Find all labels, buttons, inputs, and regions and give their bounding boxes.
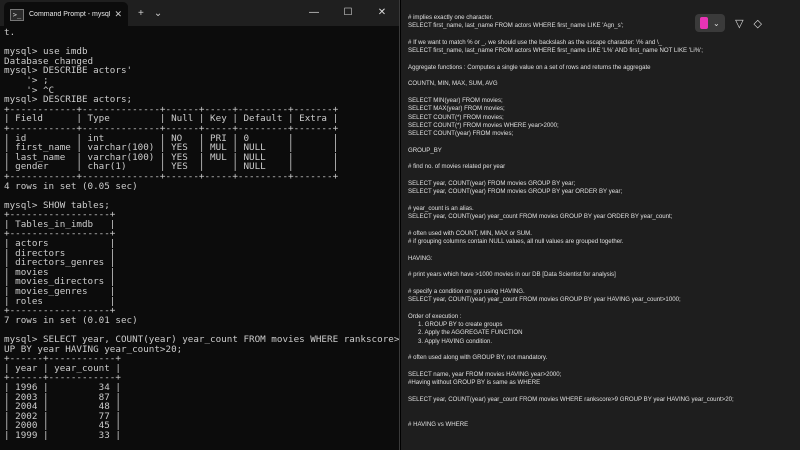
tab-command-prompt[interactable]: >_ Command Prompt - mysql -u ✕: [4, 1, 128, 28]
chevron-down-icon[interactable]: ⌄: [154, 8, 162, 19]
new-tab-icon[interactable]: +: [138, 8, 144, 19]
console-line: 4 rows in set (0.05 sec): [4, 180, 138, 192]
console-line: 7 rows in set (0.01 sec): [4, 314, 138, 326]
note-line: [408, 89, 786, 97]
pen-icon: [700, 17, 709, 29]
note-line: [408, 263, 786, 271]
highlighter-icon[interactable]: ▽: [735, 17, 743, 30]
note-line: HAVING:: [408, 254, 433, 262]
note-line: [408, 246, 786, 254]
note-line: SELECT MIN(year) FROM movies;: [408, 96, 503, 104]
note-line: SELECT name, year FROM movies HAVING yea…: [408, 370, 562, 378]
note-line: SELECT year, COUNT(year) year_count FROM…: [408, 296, 681, 304]
eraser-icon[interactable]: ◇: [754, 17, 762, 30]
note-line: SELECT MAX(year) FROM movies;: [408, 105, 505, 113]
console-output[interactable]: t. mysql> use imdb Database changed mysql> …: [0, 26, 399, 450]
note-line: # if grouping columns contain NULL value…: [408, 238, 624, 246]
note-line: # often used along with GROUP BY, not ma…: [408, 354, 548, 362]
note-line: SELECT year, COUNT(year) year_count FROM…: [408, 213, 673, 221]
note-line: [408, 404, 786, 412]
console-line: | 1999 | 33 |: [4, 429, 121, 441]
note-line: [408, 197, 786, 205]
note-line: [408, 412, 786, 420]
note-line: [408, 346, 786, 354]
note-line: [408, 280, 786, 288]
numbered-list-item: 1. GROUP BY to create groups: [418, 320, 503, 328]
note-line: SELECT year, COUNT(year) year_count FROM…: [408, 395, 734, 403]
note-line: # specify a condition on grp using HAVIN…: [408, 287, 525, 295]
note-line: SELECT year, COUNT(year) FROM movies GRO…: [408, 179, 576, 187]
note-line: Order of execution :: [408, 312, 462, 320]
minimize-icon[interactable]: —: [297, 0, 331, 26]
note-line: # find no. of movies related per year: [408, 163, 506, 171]
note-line: # HAVING vs WHERE: [408, 420, 469, 428]
note-line: [408, 55, 786, 63]
note-line: [408, 172, 786, 180]
note-line: [408, 387, 786, 395]
console-line: t.: [4, 27, 16, 38]
note-line: # year_count is an alias.: [408, 204, 474, 212]
note-line: #Having without GROUP BY is same as WHER…: [408, 379, 541, 387]
note-line: # If we want to match % or _, we should …: [408, 38, 663, 46]
note-line: [408, 138, 786, 146]
note-line: COUNTN, MIN, MAX, SUM, AVG: [408, 80, 498, 88]
note-line: # often used with COUNT, MIN, MAX or SUM…: [408, 229, 532, 237]
numbered-list-item: 3. Apply HAVING condition.: [418, 337, 493, 345]
note-line: Aggregate functions : Computes a single …: [408, 63, 651, 71]
note-line: # print years which have >1000 movies in…: [408, 271, 616, 279]
note-line: SELECT first_name, last_name FROM actors…: [408, 47, 703, 55]
close-tab-icon[interactable]: ✕: [114, 9, 122, 20]
terminal-window[interactable]: >_ Command Prompt - mysql -u ✕ + ⌄ — ☐ ✕…: [0, 0, 400, 450]
maximize-icon[interactable]: ☐: [331, 0, 365, 26]
terminal-icon: >_: [10, 8, 24, 21]
chevron-down-icon: ⌄: [713, 18, 720, 28]
tab-title: Command Prompt - mysql -u: [29, 11, 111, 18]
note-line: GROUP_BY: [408, 146, 442, 154]
note-line: [408, 362, 786, 370]
numbered-list-item: 2. Apply the AGGREGATE FUNCTION: [418, 329, 523, 337]
note-line: [408, 155, 786, 163]
note-line: SELECT COUNT(year) FROM movies;: [408, 130, 514, 138]
notes-content[interactable]: # implies exactly one character. SELECT f…: [408, 14, 786, 429]
note-line: SELECT COUNT(*) FROM movies;: [408, 113, 504, 121]
note-line: [408, 72, 786, 80]
console-line: '> ;: [4, 74, 49, 86]
pen-color-button[interactable]: ⌄: [695, 14, 726, 32]
note-line: [408, 221, 786, 229]
title-bar[interactable]: >_ Command Prompt - mysql -u ✕ + ⌄ — ☐ ✕: [0, 0, 399, 28]
note-line: SELECT year, COUNT(year) FROM movies GRO…: [408, 188, 623, 196]
note-line: [408, 304, 786, 312]
console-line: mysql> DESCRIBE actors': [4, 65, 133, 77]
ink-toolbar: ⌄ ▽ ◇: [695, 14, 762, 32]
note-line: SELECT COUNT(*) FROM movies WHERE year>2…: [408, 121, 559, 129]
close-icon[interactable]: ✕: [365, 0, 399, 26]
notes-panel[interactable]: # implies exactly one character. SELECT f…: [401, 0, 800, 450]
